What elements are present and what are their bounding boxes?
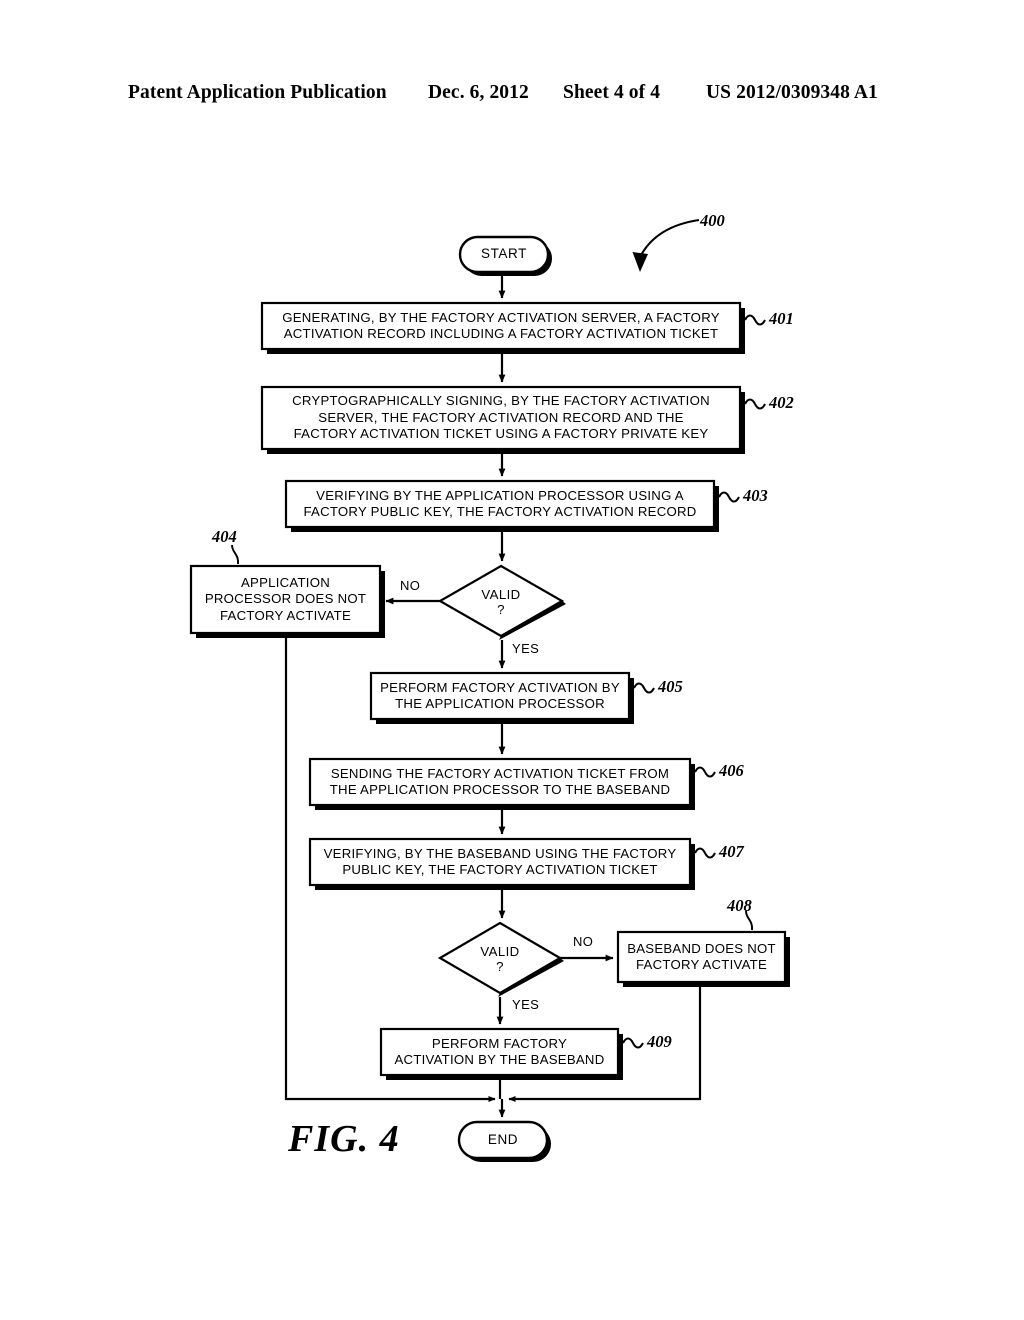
node-406-shape — [308, 757, 692, 807]
ref-405-tilde — [633, 682, 655, 694]
node-401-shape — [260, 301, 742, 351]
node-407-shape — [308, 837, 692, 887]
ref-402-tilde — [744, 398, 766, 410]
node-408-shape — [616, 930, 787, 984]
edge-label-decision1-yes: YES — [512, 641, 540, 656]
patent-figure-page: Patent Application Publication Dec. 6, 2… — [0, 0, 1024, 1320]
ref-406-tilde — [694, 766, 716, 778]
decision-1-shape — [437, 564, 565, 638]
node-404-shape — [189, 564, 382, 635]
ref-numeral-409: 409 — [647, 1032, 672, 1051]
node-409-shape — [379, 1027, 620, 1077]
decision-2-shape — [437, 921, 563, 995]
ref-numeral-406: 406 — [719, 761, 744, 780]
node-405-shape — [369, 671, 631, 721]
node-402-shape — [260, 385, 742, 451]
ref-numeral-407: 407 — [719, 842, 744, 861]
edge-label-decision1-no: NO — [400, 578, 421, 593]
ref-404-leader — [231, 544, 239, 565]
ref-400-arrowhead — [632, 252, 648, 272]
ref-401-tilde — [744, 314, 766, 326]
node-403-shape — [284, 479, 716, 529]
edge-label-decision2-no: NO — [573, 934, 594, 949]
start-node-shape — [458, 235, 550, 274]
ref-numeral-404: 404 — [212, 527, 237, 546]
ref-numeral-405: 405 — [658, 677, 683, 696]
edge-label-decision2-yes: YES — [512, 997, 540, 1012]
flowchart-diagram — [189, 218, 790, 1162]
figure-caption: FIG. 4 — [288, 1118, 400, 1160]
ref-numeral-402: 402 — [769, 393, 794, 412]
ref-numeral-403: 403 — [743, 486, 768, 505]
ref-409-tilde — [622, 1037, 644, 1049]
ref-407-tilde — [694, 847, 716, 859]
ref-numeral-400: 400 — [700, 211, 725, 230]
ref-403-tilde — [718, 491, 740, 503]
ref-numeral-401: 401 — [769, 309, 794, 328]
ref-400-leader — [638, 218, 700, 260]
ref-numeral-408: 408 — [727, 896, 752, 915]
end-node-shape — [457, 1120, 549, 1160]
